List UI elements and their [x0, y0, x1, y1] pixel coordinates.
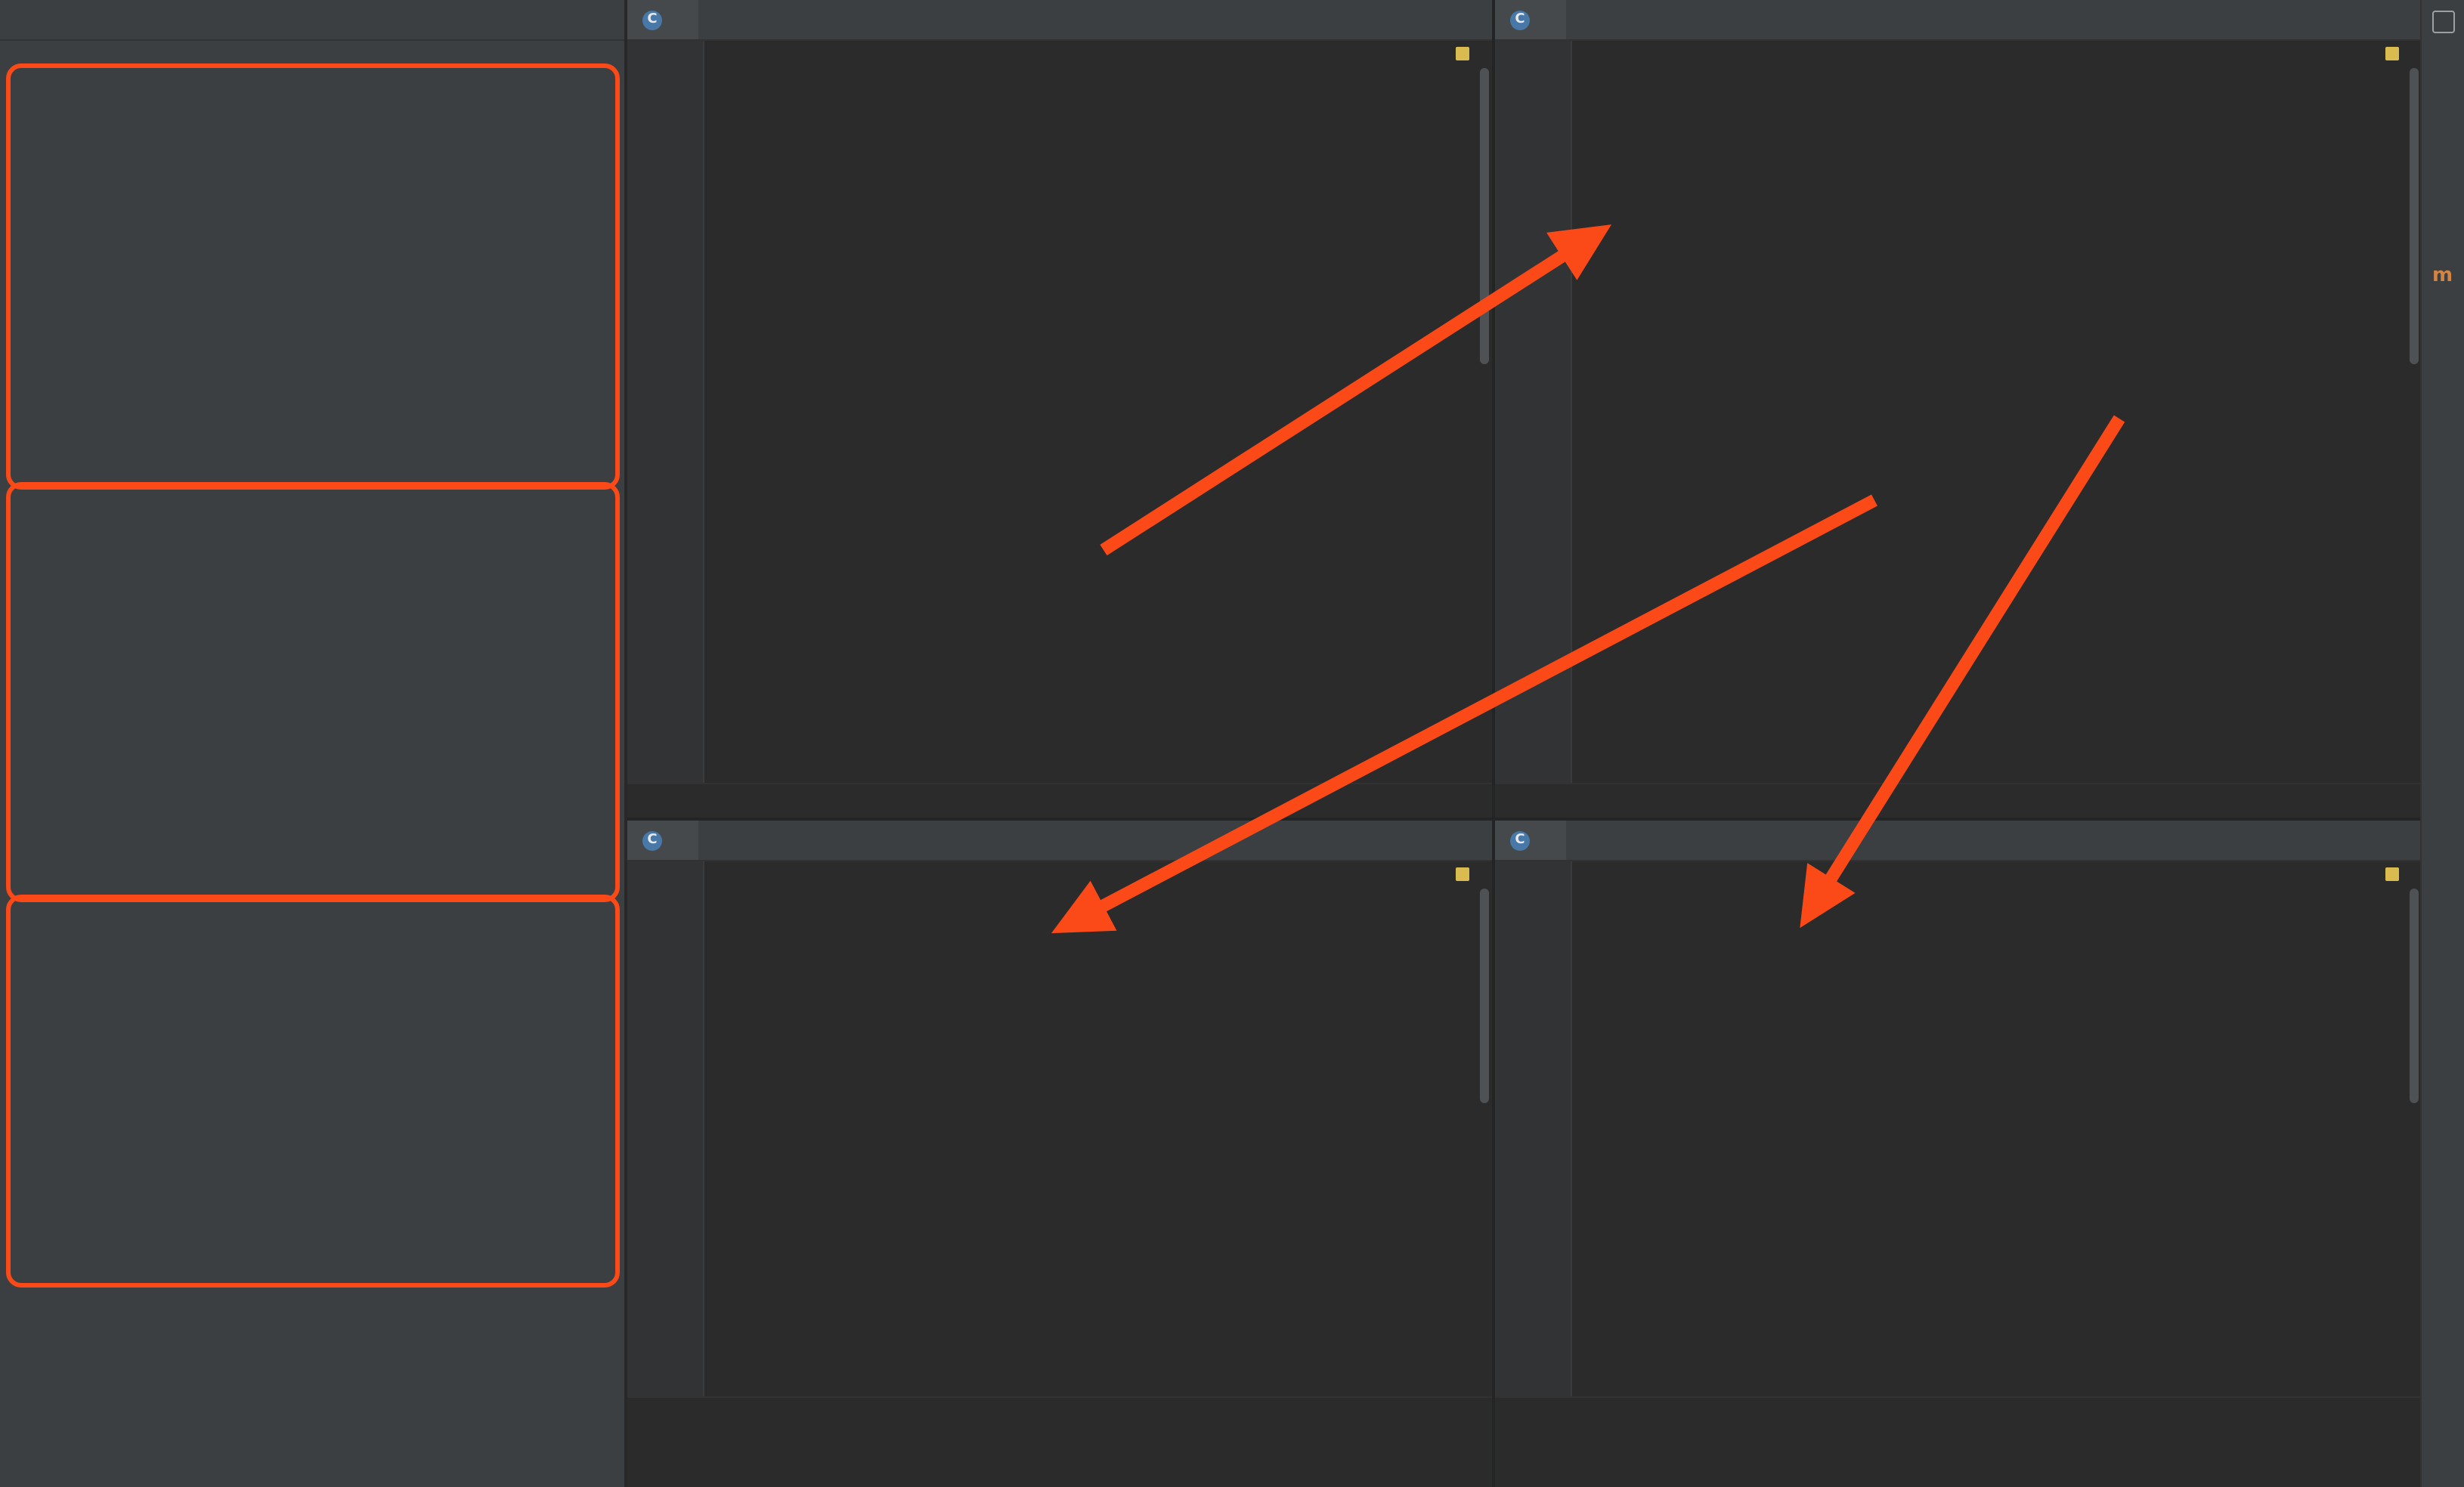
tab-bar: [627, 821, 1492, 861]
scrollbar[interactable]: [1477, 41, 1492, 783]
tab-order-service-impl[interactable]: [1495, 0, 1566, 39]
tool-window-icon[interactable]: [2432, 11, 2455, 33]
code-editor[interactable]: [627, 861, 1492, 1396]
inspections-indicator[interactable]: [2385, 867, 2399, 881]
tab-product-service-impl[interactable]: [1495, 821, 1566, 860]
inspections-indicator[interactable]: [1456, 867, 1469, 881]
inspections-indicator[interactable]: [1456, 47, 1469, 60]
editor-gutter: [1495, 41, 1572, 783]
breadcrumb: [1495, 1396, 2422, 1431]
ide-window: m: [0, 0, 2464, 1487]
editor-filler: [1495, 1431, 2422, 1487]
scrollbar[interactable]: [2407, 861, 2422, 1396]
scrollbar[interactable]: [2407, 41, 2422, 783]
code-editor[interactable]: [1495, 41, 2422, 783]
project-panel-header: [0, 0, 624, 41]
class-icon: [1510, 10, 1530, 29]
tab-account-service-impl[interactable]: [627, 821, 698, 860]
editor-gutter: [627, 41, 704, 783]
class-icon: [642, 10, 662, 29]
right-tool-strip: m: [2420, 0, 2464, 1487]
class-icon: [642, 830, 662, 850]
project-panel: [0, 0, 627, 1487]
annotation-box-order-service: [6, 482, 620, 902]
breadcrumb: [1495, 783, 2422, 818]
editor-pane-order-service-impl: [1492, 0, 2422, 818]
editor-pane-account-service-impl: [627, 818, 1492, 1487]
breadcrumb: [627, 1396, 1492, 1431]
tab-bar: [627, 0, 1492, 41]
editor-pane-product-service-impl: [1492, 818, 2422, 1487]
code-editor[interactable]: [627, 41, 1492, 783]
tab-order-controller[interactable]: [627, 0, 698, 39]
editor-pane-order-controller: [627, 0, 1492, 818]
editor-gutter: [1495, 861, 1572, 1396]
editor-filler: [627, 1431, 1492, 1487]
breadcrumb: [627, 783, 1492, 818]
tab-bar: [1495, 821, 2422, 861]
code-editor[interactable]: [1495, 861, 2422, 1396]
inspections-indicator[interactable]: [2385, 47, 2399, 60]
tab-bar: [1495, 0, 2422, 41]
scrollbar[interactable]: [1477, 861, 1492, 1396]
annotation-box-product-service: [6, 895, 620, 1288]
annotation-box-account-service: [6, 63, 620, 490]
class-icon: [1510, 830, 1530, 850]
maven-icon[interactable]: m: [2432, 266, 2453, 287]
editor-gutter: [627, 861, 704, 1396]
